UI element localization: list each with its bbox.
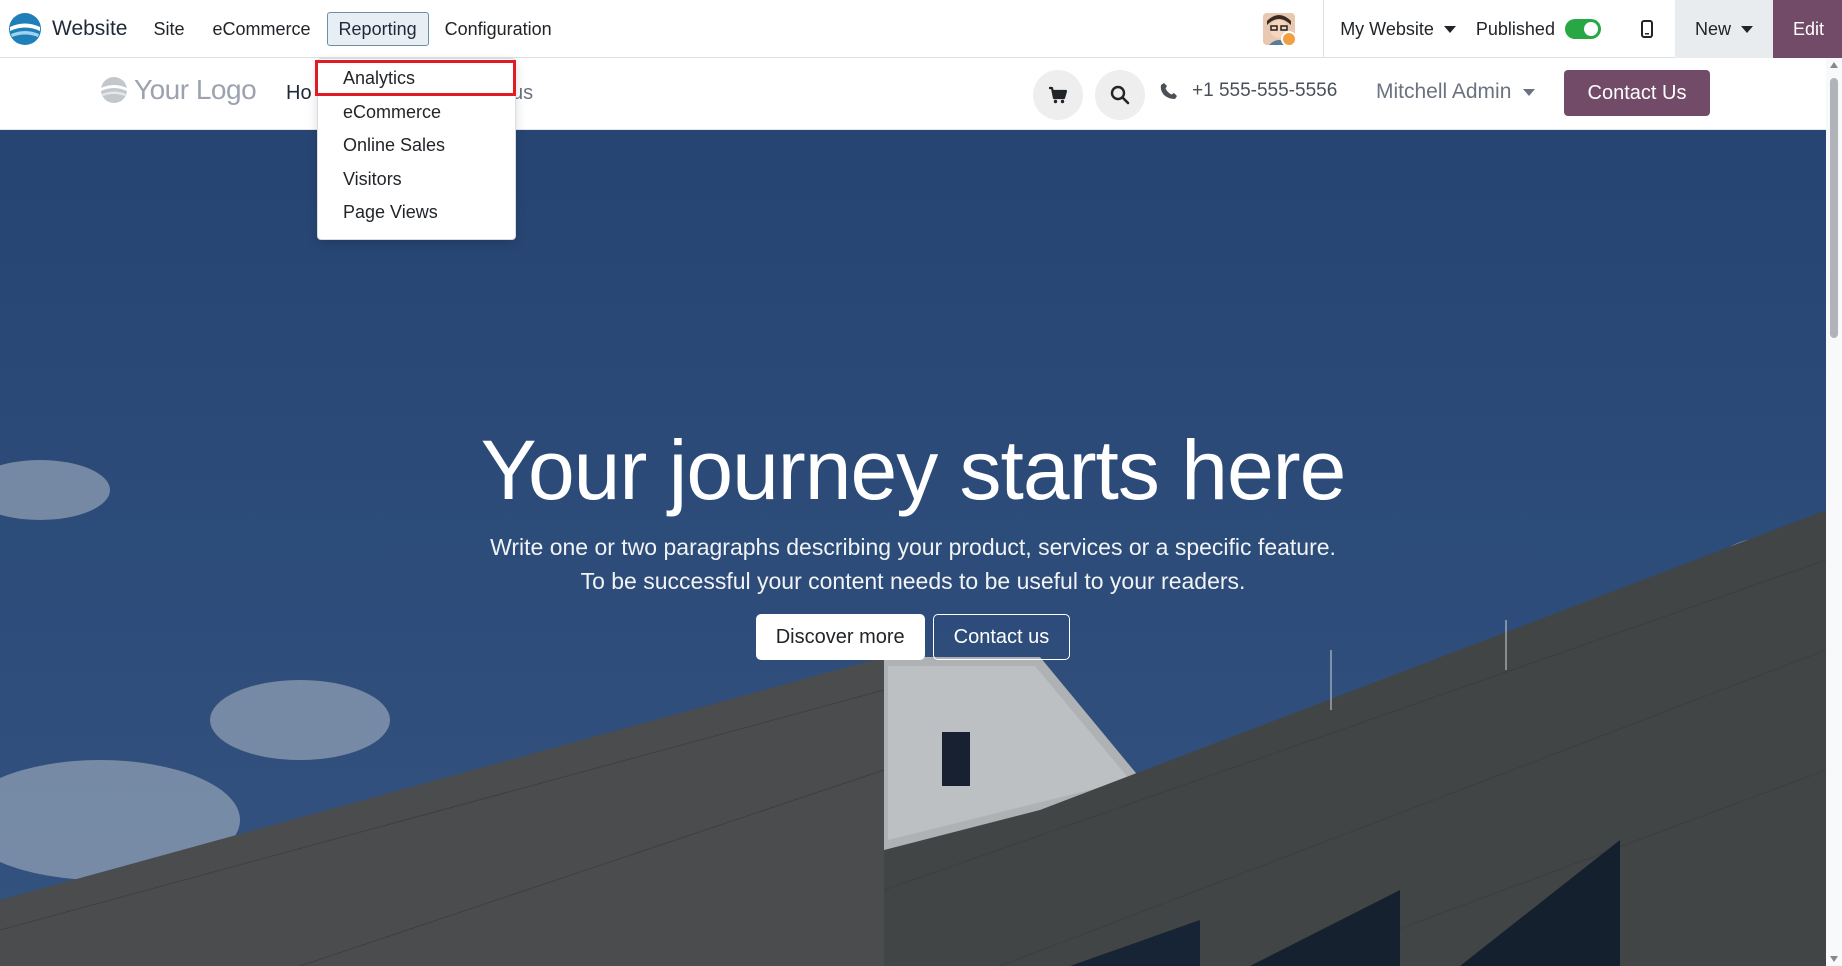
caret-down-icon	[1740, 25, 1753, 33]
shopping-cart-icon	[1049, 86, 1068, 104]
user-name: Mitchell Admin	[1376, 80, 1512, 103]
mobile-preview-button[interactable]	[1619, 0, 1675, 58]
top-menu-configuration[interactable]: Configuration	[433, 12, 564, 46]
hero-description-line-2: To be successful your content needs to b…	[580, 568, 1246, 594]
hero-contact-us-button[interactable]: Contact us	[932, 614, 1071, 660]
toggle-switch[interactable]	[1564, 19, 1601, 39]
cart-button[interactable]	[1033, 70, 1083, 120]
new-button-label: New	[1694, 18, 1731, 39]
top-menu: Site eCommerce Reporting Configuration	[139, 0, 565, 58]
mobile-phone-icon	[1640, 20, 1653, 38]
analytics-highlight-box	[315, 60, 516, 96]
dropdown-item-page-views[interactable]: Page Views	[343, 201, 438, 223]
edit-button[interactable]: Edit	[1772, 0, 1842, 58]
hero-buttons: Discover more Contact us	[0, 614, 1826, 660]
odoo-top-bar: Website Site eCommerce Reporting Configu…	[0, 0, 1842, 58]
scroll-down-arrow-icon[interactable]	[1830, 956, 1838, 962]
phone-link[interactable]: +1 555-555-5556	[1160, 80, 1337, 102]
top-bar-right: My Website Published New Edit	[1263, 0, 1842, 58]
toggle-knob	[1583, 22, 1598, 36]
top-menu-site[interactable]: Site	[141, 12, 196, 46]
edit-button-label: Edit	[1792, 18, 1824, 39]
caret-down-icon	[1443, 25, 1456, 33]
website-selector-label: My Website	[1340, 18, 1434, 39]
hero-section: Your journey starts here Write one or tw…	[0, 130, 1826, 966]
top-menu-reporting[interactable]: Reporting	[326, 11, 429, 46]
logo-text: Your Logo	[134, 74, 257, 105]
app-brand[interactable]: Website	[0, 0, 127, 58]
hero-description-line-1: Write one or two paragraphs describing y…	[490, 534, 1336, 560]
header-contact-us-button[interactable]: Contact Us	[1564, 70, 1710, 116]
search-button[interactable]	[1095, 70, 1145, 120]
top-menu-ecommerce[interactable]: eCommerce	[201, 12, 323, 46]
user-avatar[interactable]	[1263, 13, 1296, 45]
scrollbar-thumb[interactable]	[1830, 78, 1838, 338]
hero-title: Your journey starts here	[480, 423, 1347, 517]
dropdown-item-visitors[interactable]: Visitors	[343, 168, 402, 190]
search-icon	[1110, 85, 1130, 105]
site-header: Your Logo Ho us +1 555-555-5556 Mitchell…	[0, 58, 1826, 130]
dropdown-item-online-sales[interactable]: Online Sales	[343, 134, 445, 156]
caret-down-icon	[1523, 88, 1536, 96]
website-selector[interactable]: My Website	[1324, 19, 1476, 40]
hero-description: Write one or two paragraphs describing y…	[413, 530, 1413, 598]
phone-number: +1 555-555-5556	[1192, 80, 1338, 101]
user-menu[interactable]: Mitchell Admin	[1376, 80, 1536, 104]
published-toggle[interactable]: Published	[1476, 19, 1619, 40]
published-label: Published	[1475, 18, 1555, 39]
app-name: Website	[52, 16, 128, 40]
status-dot-icon	[1281, 31, 1296, 45]
discover-more-button[interactable]: Discover more	[755, 614, 925, 660]
new-button[interactable]: New	[1674, 0, 1773, 58]
site-logo[interactable]: Your Logo	[100, 74, 257, 106]
phone-icon	[1160, 83, 1177, 99]
page-scrollbar[interactable]	[1826, 58, 1842, 966]
dropdown-item-ecommerce[interactable]: eCommerce	[343, 101, 441, 123]
logo-mark-icon	[101, 77, 127, 103]
website-app-icon	[8, 12, 42, 46]
site-nav-home[interactable]: Ho	[286, 82, 312, 105]
scroll-up-arrow-icon[interactable]	[1830, 62, 1838, 68]
